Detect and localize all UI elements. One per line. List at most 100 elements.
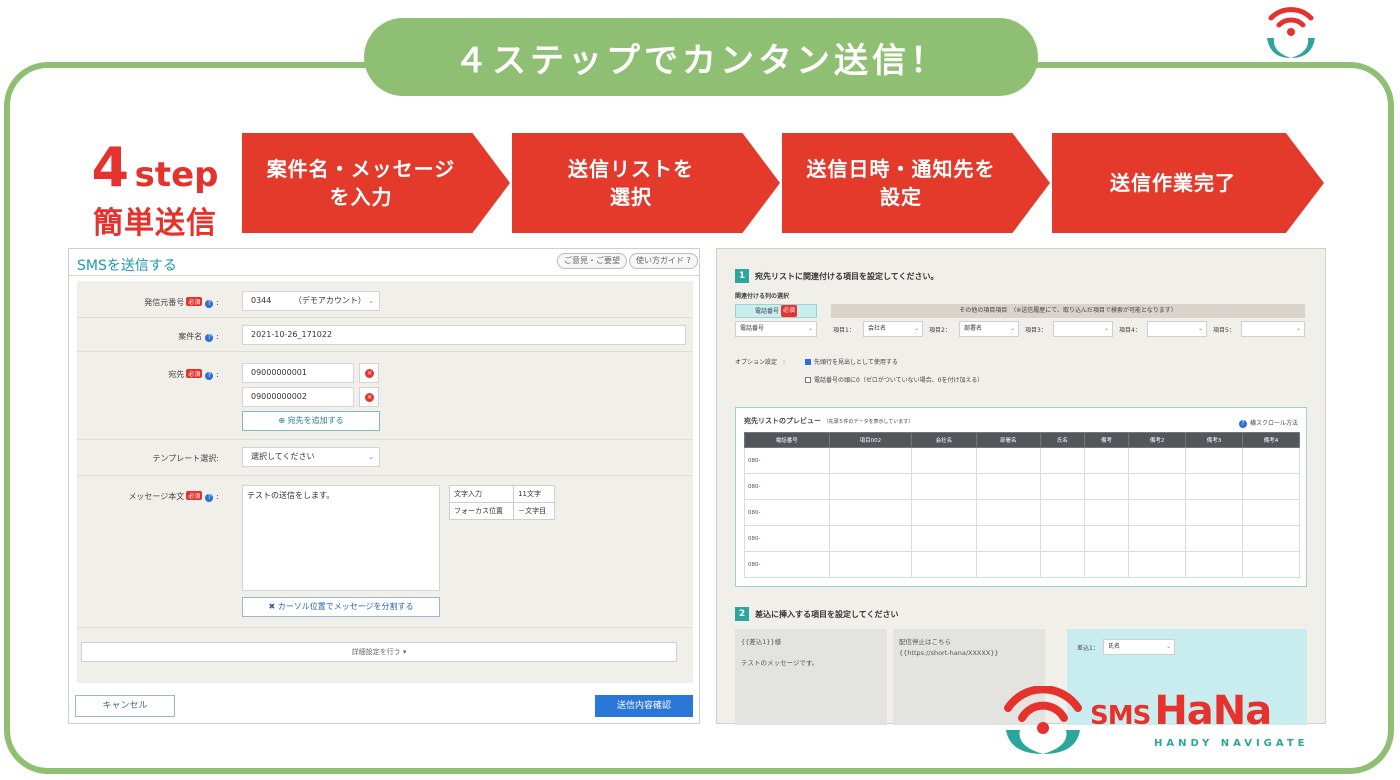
table-header-row: 電話番号 項目002 会社名 部署名 氏名 備考 備考2 備考3 備考4 [744,432,1300,448]
item5-select[interactable]: ⌄ [1241,321,1305,337]
recipient-preview-box: 宛先リストのプレビュー （先頭５件のデータを表示しています） ? 横スクロール方法… [735,407,1307,587]
table-row: 080- [744,447,1300,474]
insert-field-select[interactable]: 氏名 ⌄ [1103,639,1175,655]
cancel-button[interactable]: キャンセル [75,695,175,717]
insert-placeholder: {{差込1}}様 [741,638,782,646]
column-header: 備考3 [1185,432,1243,448]
destination-input-1[interactable]: 09000000001 [242,363,354,383]
section-2-title: 差込に挿入する項目を設定してください [755,609,899,619]
hana-logo-icon [1004,686,1082,754]
help-icon[interactable]: ? [205,372,214,380]
help-icon[interactable]: ? [205,334,214,342]
help-icon[interactable]: ? [205,300,214,308]
section-2-header: 2 差込に挿入する項目を設定してください [735,607,899,621]
sender-number-select[interactable]: 0344 （デモアカウント） ⌄ [242,291,380,311]
chevron-down-icon: ⌄ [1295,325,1301,332]
focus-position-value: －文字目 [513,502,555,520]
checkbox-unchecked-icon[interactable] [805,377,811,383]
item2-label: 項目2： [929,327,951,334]
phone-column-header: 電話番号 必須 [735,304,817,318]
split-message-button[interactable]: ✖ カーソル位置でメッセージを分割する [242,597,440,617]
message-textarea[interactable]: テストの送信をします。 [242,485,440,591]
row-divider [77,439,693,440]
template-label-text: テンプレート選択 [152,454,217,463]
brand-name: HaNa [1154,688,1272,734]
table-row: 080- [744,499,1300,526]
chevron-down-icon: ⌄ [913,325,919,332]
table-cell: 080- [744,551,830,578]
char-count-row: 文字入力 11文字 [448,485,555,503]
column-header: 電話番号 [744,432,830,448]
required-badge: 必須 [781,305,798,317]
item2-select[interactable]: 部署名 ⌄ [959,321,1019,337]
message-label-text: メッセージ本文 [128,492,185,501]
option-add-zero-label: 電話番号の頭に0（ゼロがついていない場合、0を付け加える） [814,377,984,384]
table-row: 080- [744,525,1300,552]
column-header: 項目002 [828,432,913,448]
destination-input-2[interactable]: 09000000002 [242,387,354,407]
insert-message: テストのメッセージです。 [741,659,819,667]
chevron-down-icon: ⌄ [368,297,374,305]
insert-field-value: 氏名 [1108,643,1121,650]
chevron-down-icon: ⌄ [1197,325,1203,332]
step-number: 4 [91,136,130,199]
add-destination-label: 宛先を追加する [287,416,344,425]
row-divider [77,627,693,628]
preview-note: （先頭５件のデータを表示しています） [823,419,914,425]
destination-label-text: 宛先 [168,370,185,379]
sender-label-text: 発信元番号 [144,298,185,307]
case-name-label: 案件名?: [178,332,219,342]
template-select[interactable]: 選択してください ⌄ [242,447,380,467]
delete-destination-button-1[interactable]: × [359,363,379,383]
unsubscribe-text: 配信停止はこちら [899,638,951,646]
char-count-value: 11文字 [513,485,555,503]
scroll-help-link[interactable]: ? 横スクロール方法 [1236,418,1298,428]
destination-label: 宛先 必須?: [168,369,219,380]
detail-settings-toggle[interactable]: 詳細設定を行う ▾ [81,642,677,662]
step-word: step [134,155,219,195]
form-area: 発信元番号 必須?: 0344 （デモアカウント） ⌄ 案件名?: 2021-10… [77,281,693,683]
brand-wordmark: SMS HaNa [1090,688,1272,734]
sender-label: 発信元番号 必須?: [144,297,219,308]
chevron-down-icon: ⌄ [1103,325,1109,332]
unsubscribe-link: {{https://short-hana/XXXXX}} [899,649,999,657]
scroll-help-label: 横スクロール方法 [1249,420,1298,427]
delete-destination-button-2[interactable]: × [359,387,379,407]
preview-title: 宛先リストのプレビュー （先頭５件のデータを表示しています） [744,416,913,426]
step-subtitle: 簡単送信 [93,206,217,241]
item3-select[interactable]: ⌄ [1053,321,1113,337]
option-settings-text: オプション設定 [735,359,778,366]
phone-column-select[interactable]: 電話番号 ⌄ [735,321,817,337]
focus-position-row: フォーカス位置 －文字目 [448,502,555,520]
required-badge: 必須 [186,369,203,378]
chevron-down-icon: ⌄ [368,453,374,461]
sms-hana-logo: SMS HaNa HANDY NAVIGATE [1000,682,1310,762]
help-icon[interactable]: ? [205,494,214,502]
add-destination-button[interactable]: ⊕ 宛先を追加する [242,411,380,431]
item4-select[interactable]: ⌄ [1147,321,1207,337]
case-name-input[interactable]: 2021-10-26_171022 [242,325,686,345]
option-add-zero[interactable]: 電話番号の頭に0（ゼロがついていない場合、0を付け加える） [805,375,983,384]
item1-select[interactable]: 会社名 ⌄ [863,321,923,337]
item3-label: 項目3： [1025,327,1047,334]
recipient-preview-table: 電話番号 項目002 会社名 部署名 氏名 備考 備考2 備考3 備考4 080… [744,432,1300,578]
section-number: 1 [735,269,749,283]
close-icon: × [365,393,374,402]
hana-wifi-logo-icon [1267,7,1315,58]
chevron-down-icon: ⌄ [1165,643,1171,650]
usage-guide-button[interactable]: 使い方ガイド ? [629,253,698,269]
chevron-down-icon: ⌄ [807,325,813,332]
feedback-button[interactable]: ご意見・ご要望 [557,253,627,269]
row-divider [77,351,693,352]
checkbox-checked-icon[interactable] [805,359,811,365]
column-header: 氏名 [1039,432,1086,448]
page-title: SMSを送信する [77,258,177,274]
phone-column-value: 電話番号 [740,325,765,332]
section-1-header: 1 宛先リストに関連付ける項目を設定してください。 [735,269,939,283]
table-row: 080- [744,473,1300,500]
item4-label: 項目4： [1119,327,1141,334]
option-header-row[interactable]: 先頭行を見出しとして使用する [805,357,898,366]
sender-account-name: （デモアカウント） [293,296,366,305]
option-settings-label: オプション設定 : [735,359,786,366]
confirm-send-button[interactable]: 送信内容確認 [595,695,693,717]
